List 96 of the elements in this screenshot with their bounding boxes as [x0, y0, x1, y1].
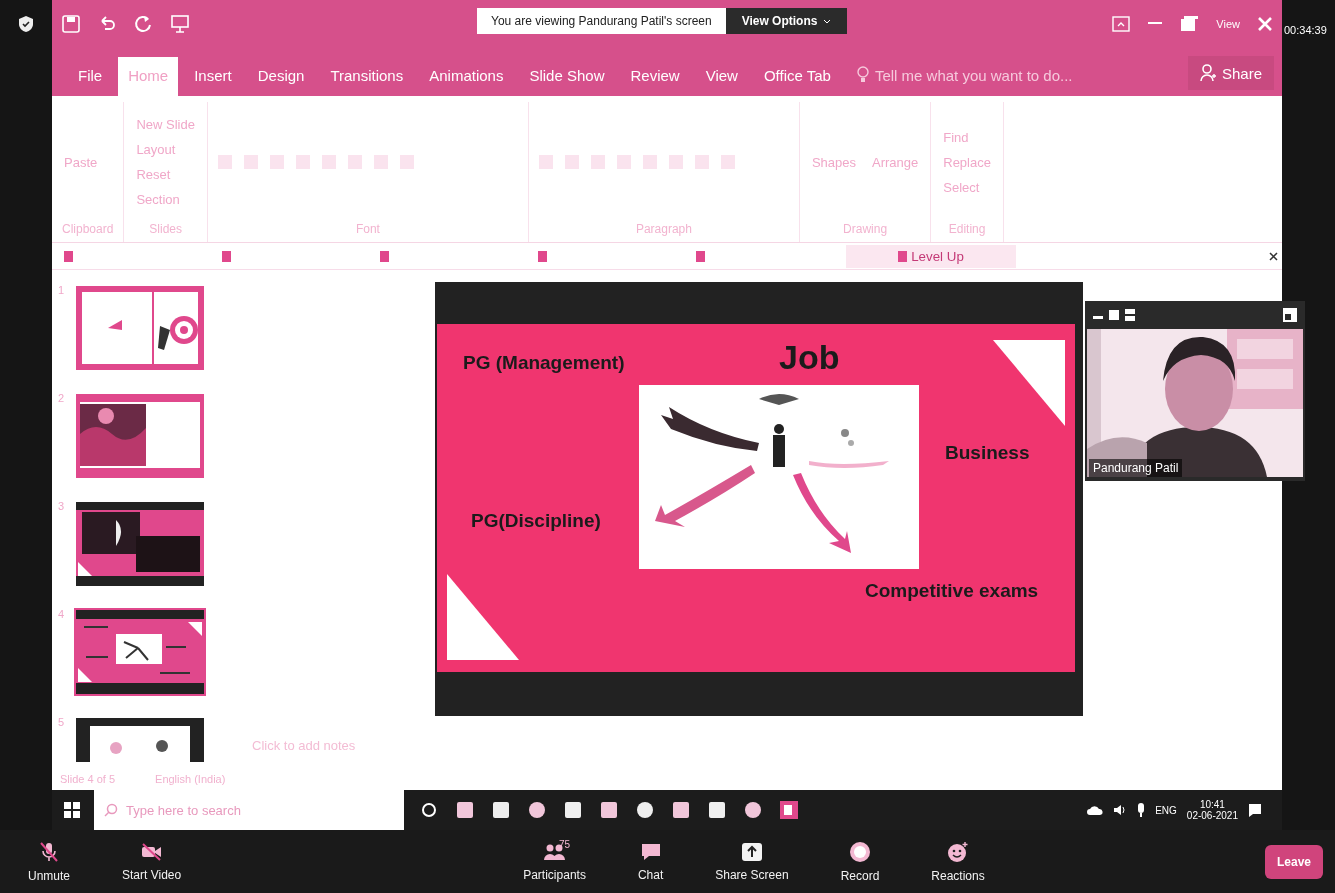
split-icon[interactable]	[1125, 309, 1135, 321]
taskbar-app-icon[interactable]	[598, 799, 620, 821]
ribbon-tab[interactable]: Home	[118, 57, 179, 96]
emoji-icon	[947, 840, 969, 863]
undo-icon[interactable]	[98, 15, 116, 33]
ribbon-tab[interactable]: Slide Show	[519, 57, 615, 96]
toolbar-button[interactable]: Record	[834, 839, 886, 884]
toolbar-button[interactable]: Chat	[631, 840, 670, 883]
taskbar-app-icon[interactable]	[490, 799, 512, 821]
slide-number: 3	[58, 500, 66, 512]
toolbar-button[interactable]: Start Video	[116, 840, 188, 883]
video-off-icon	[139, 841, 164, 862]
close-icon[interactable]	[1269, 251, 1278, 261]
lightbulb-icon	[856, 66, 869, 84]
meeting-timer: 00:34:39	[1284, 24, 1327, 36]
group-label: Slides	[148, 222, 183, 238]
toolbar-button[interactable]: Unmute	[22, 839, 77, 884]
group-label: Clipboard	[62, 222, 114, 238]
taskbar-app-icon[interactable]	[634, 799, 656, 821]
search-icon	[104, 803, 118, 817]
group-label: Drawing	[842, 222, 889, 238]
group-label: Font	[354, 222, 381, 238]
slide-thumbnail[interactable]	[74, 608, 206, 696]
ribbon-tab[interactable]: View	[695, 57, 748, 96]
slide-label: PG(Discipline)	[471, 510, 601, 532]
taskbar-app-icon[interactable]	[778, 799, 800, 821]
toolbar-button[interactable]: Share Screen	[709, 840, 795, 883]
ribbon-command[interactable]: New Slide	[134, 115, 197, 134]
taskbar-app-icon[interactable]	[562, 799, 584, 821]
chat-icon	[639, 841, 662, 862]
slide-number: 4	[58, 608, 66, 620]
taskbar-app-icon[interactable]	[454, 799, 476, 821]
slide-number: 5	[58, 716, 66, 728]
document-tab[interactable]: Level Up	[846, 244, 1016, 268]
ribbon-tab[interactable]: File	[68, 57, 113, 96]
cloud-icon[interactable]	[1087, 805, 1104, 815]
toolbar-button[interactable]: Reactions	[925, 839, 991, 884]
slide-file-icon	[222, 250, 231, 262]
slide-number: 1	[58, 284, 66, 296]
ribbon-tab[interactable]: Insert	[184, 57, 242, 96]
layout-icon[interactable]	[1283, 308, 1297, 322]
taskbar-app-icon[interactable]	[706, 799, 728, 821]
shield-icon	[19, 16, 33, 32]
slide-label: PG (Management)	[463, 352, 625, 374]
taskbar-app-icon[interactable]	[742, 799, 764, 821]
slide-thumbnail[interactable]	[74, 716, 206, 764]
presentation-icon[interactable]	[170, 15, 190, 33]
group-label: Paragraph	[634, 222, 693, 238]
redo-icon[interactable]	[134, 15, 152, 33]
clock-date[interactable]: 02-06-2021	[1186, 810, 1238, 821]
record-icon	[849, 840, 871, 863]
slide-thumbnail[interactable]	[74, 500, 206, 588]
taskbar-app-icon[interactable]	[526, 799, 548, 821]
tell-me-field[interactable]: Tell me what you want to do...	[874, 66, 1073, 84]
notification-icon[interactable]	[1248, 803, 1262, 817]
slide-file-icon	[696, 250, 705, 262]
save-icon[interactable]	[62, 15, 80, 33]
group-label: Editing	[947, 222, 987, 238]
slide-label: Business	[945, 442, 1030, 464]
corner-triangle-icon	[993, 340, 1065, 426]
clock-time[interactable]: 10:41	[1199, 799, 1225, 810]
view-options-button[interactable]: View Options	[725, 8, 848, 34]
status-text: Slide 4 of 5	[60, 773, 116, 785]
windows-logo-icon[interactable]	[64, 802, 80, 818]
slide-file-icon	[898, 250, 908, 262]
slide-label: Competitive exams	[865, 580, 1039, 602]
speaker-icon[interactable]	[1113, 804, 1128, 816]
slide-file-icon	[64, 250, 73, 262]
share-button[interactable]: Share	[1187, 56, 1274, 90]
ribbon-tab[interactable]: Office Tab	[753, 57, 841, 96]
slide-file-icon	[538, 250, 547, 262]
viewing-banner: You are viewing Pandurang Patil's screen	[477, 8, 726, 34]
language-indicator[interactable]: ENG	[1155, 804, 1177, 816]
ribbon-display-icon[interactable]	[1112, 16, 1131, 32]
slide-number: 2	[58, 392, 66, 404]
slide-thumbnail[interactable]	[74, 392, 206, 480]
ribbon-tab[interactable]: Design	[247, 57, 315, 96]
status-text: English (India)	[155, 773, 226, 785]
ribbon-tab[interactable]: Animations	[419, 57, 514, 96]
share-screen-icon	[740, 841, 763, 862]
muted-microphone-icon	[38, 840, 60, 863]
search-field[interactable]: Type here to search	[94, 790, 404, 830]
slide-title: Job	[779, 338, 840, 377]
participant-name: Pandurang Patil	[1089, 459, 1183, 477]
window-icon[interactable]	[1180, 16, 1199, 32]
corner-triangle-icon	[447, 574, 519, 660]
caret-icon	[823, 18, 832, 24]
slide-file-icon	[380, 250, 389, 262]
ribbon-tab[interactable]: Review	[620, 57, 690, 96]
leave-button[interactable]: Leave	[1264, 844, 1323, 879]
person-icon	[1199, 64, 1216, 82]
taskbar-app-icon[interactable]	[670, 799, 692, 821]
ribbon-tab[interactable]: Transitions	[320, 57, 414, 96]
view-label[interactable]: View	[1216, 18, 1240, 30]
slide-thumbnail[interactable]	[74, 284, 206, 372]
microphone-icon[interactable]	[1137, 803, 1146, 817]
